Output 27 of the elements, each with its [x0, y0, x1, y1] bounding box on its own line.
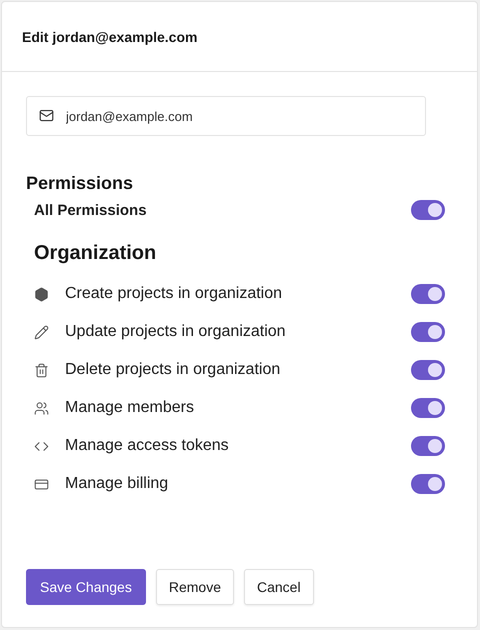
- save-button[interactable]: Save Changes: [26, 569, 146, 605]
- pencil-icon: [34, 324, 49, 340]
- users-icon: [34, 400, 49, 416]
- hexagon-icon: [34, 286, 49, 302]
- permission-label: All Permissions: [34, 202, 147, 218]
- toggle-switch[interactable]: [411, 436, 445, 456]
- toggle-switch[interactable]: [411, 360, 445, 380]
- permission-label: Update projects in organization: [65, 323, 286, 341]
- toggle-switch[interactable]: [411, 284, 445, 304]
- email-field[interactable]: jordan@example.com: [26, 96, 426, 136]
- action-button[interactable]: Cancel: [244, 569, 314, 605]
- toggle-switch[interactable]: [411, 200, 445, 220]
- toggle-switch[interactable]: [411, 398, 445, 418]
- permission-label: Delete projects in organization: [65, 361, 280, 379]
- section-heading: Permissions: [26, 172, 134, 194]
- mail-icon: [39, 108, 54, 123]
- permission-label: Manage access tokens: [65, 437, 229, 455]
- dialog-title: Edit jordan@example.com: [22, 28, 198, 44]
- section-heading: Organization: [34, 242, 158, 265]
- credit-card-icon: [34, 476, 49, 492]
- permission-label: Create projects in organization: [65, 285, 282, 303]
- permission-label: Manage members: [65, 399, 194, 417]
- trash-icon: [34, 362, 49, 378]
- action-button[interactable]: Remove: [156, 569, 234, 605]
- permission-label: Manage billing: [65, 475, 168, 493]
- toggle-switch[interactable]: [411, 322, 445, 342]
- toggle-switch[interactable]: [411, 474, 445, 494]
